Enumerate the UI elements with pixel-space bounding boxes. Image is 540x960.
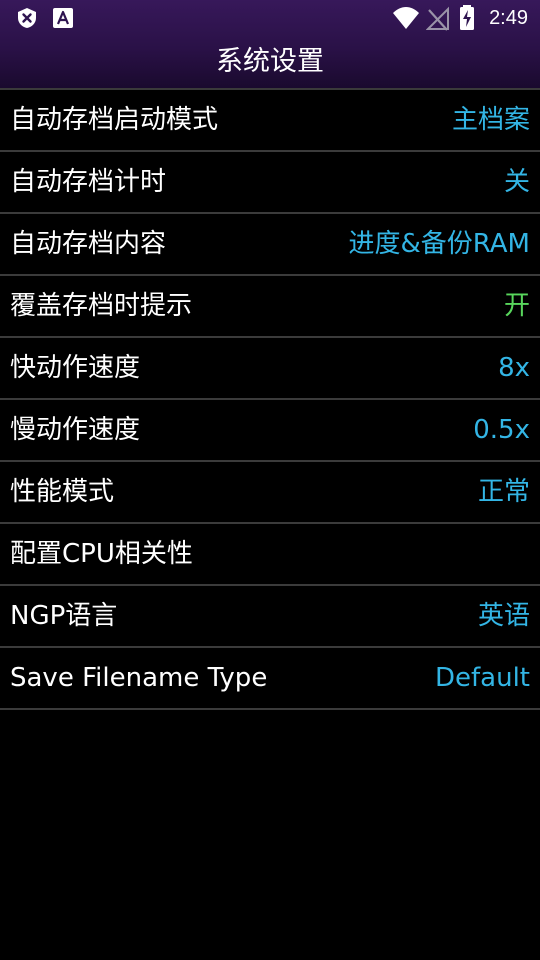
- no-signal-icon: [425, 4, 450, 32]
- setting-label: 自动存档内容: [10, 229, 167, 259]
- font-a-icon: [52, 7, 74, 29]
- setting-value: 8x: [498, 353, 530, 383]
- setting-label: 性能模式: [10, 477, 115, 507]
- setting-cpu-affinity[interactable]: 配置CPU相关性: [0, 524, 540, 586]
- setting-label: 自动存档启动模式: [10, 105, 219, 135]
- status-bar: 2:49: [0, 0, 540, 36]
- setting-value: 开: [503, 291, 530, 321]
- setting-value: 英语: [477, 601, 530, 631]
- setting-label: NGP语言: [10, 601, 118, 631]
- wifi-icon: [392, 4, 420, 32]
- setting-label: 配置CPU相关性: [10, 539, 193, 569]
- setting-value: 正常: [477, 477, 530, 507]
- setting-slow-motion-speed[interactable]: 慢动作速度 0.5x: [0, 400, 540, 462]
- setting-value: Default: [435, 663, 530, 693]
- setting-ngp-language[interactable]: NGP语言 英语: [0, 586, 540, 648]
- setting-label: 慢动作速度: [10, 415, 141, 445]
- setting-fast-forward-speed[interactable]: 快动作速度 8x: [0, 338, 540, 400]
- setting-autosave-content[interactable]: 自动存档内容 进度&备份RAM: [0, 214, 540, 276]
- setting-save-filename-type[interactable]: Save Filename Type Default: [0, 648, 540, 710]
- setting-overwrite-prompt[interactable]: 覆盖存档时提示 开: [0, 276, 540, 338]
- setting-autosave-start-mode[interactable]: 自动存档启动模式 主档案: [0, 90, 540, 152]
- shield-x-icon: [16, 7, 38, 29]
- setting-value: 主档案: [451, 105, 530, 135]
- setting-performance-mode[interactable]: 性能模式 正常: [0, 462, 540, 524]
- setting-label: 快动作速度: [10, 353, 141, 383]
- app-header: 2:49 系统设置: [0, 0, 540, 88]
- setting-autosave-timer[interactable]: 自动存档计时 关: [0, 152, 540, 214]
- setting-value: 进度&备份RAM: [348, 229, 530, 259]
- status-time: 2:49: [489, 7, 528, 29]
- page-title: 系统设置: [216, 46, 324, 77]
- setting-value: 0.5x: [473, 415, 530, 445]
- setting-label: 覆盖存档时提示: [10, 291, 193, 321]
- battery-charging-icon: [458, 4, 476, 32]
- setting-value: 关: [503, 167, 530, 197]
- setting-label: 自动存档计时: [10, 167, 167, 197]
- settings-list: 自动存档启动模式 主档案 自动存档计时 关 自动存档内容 进度&备份RAM 覆盖…: [0, 90, 540, 710]
- setting-label: Save Filename Type: [10, 663, 268, 693]
